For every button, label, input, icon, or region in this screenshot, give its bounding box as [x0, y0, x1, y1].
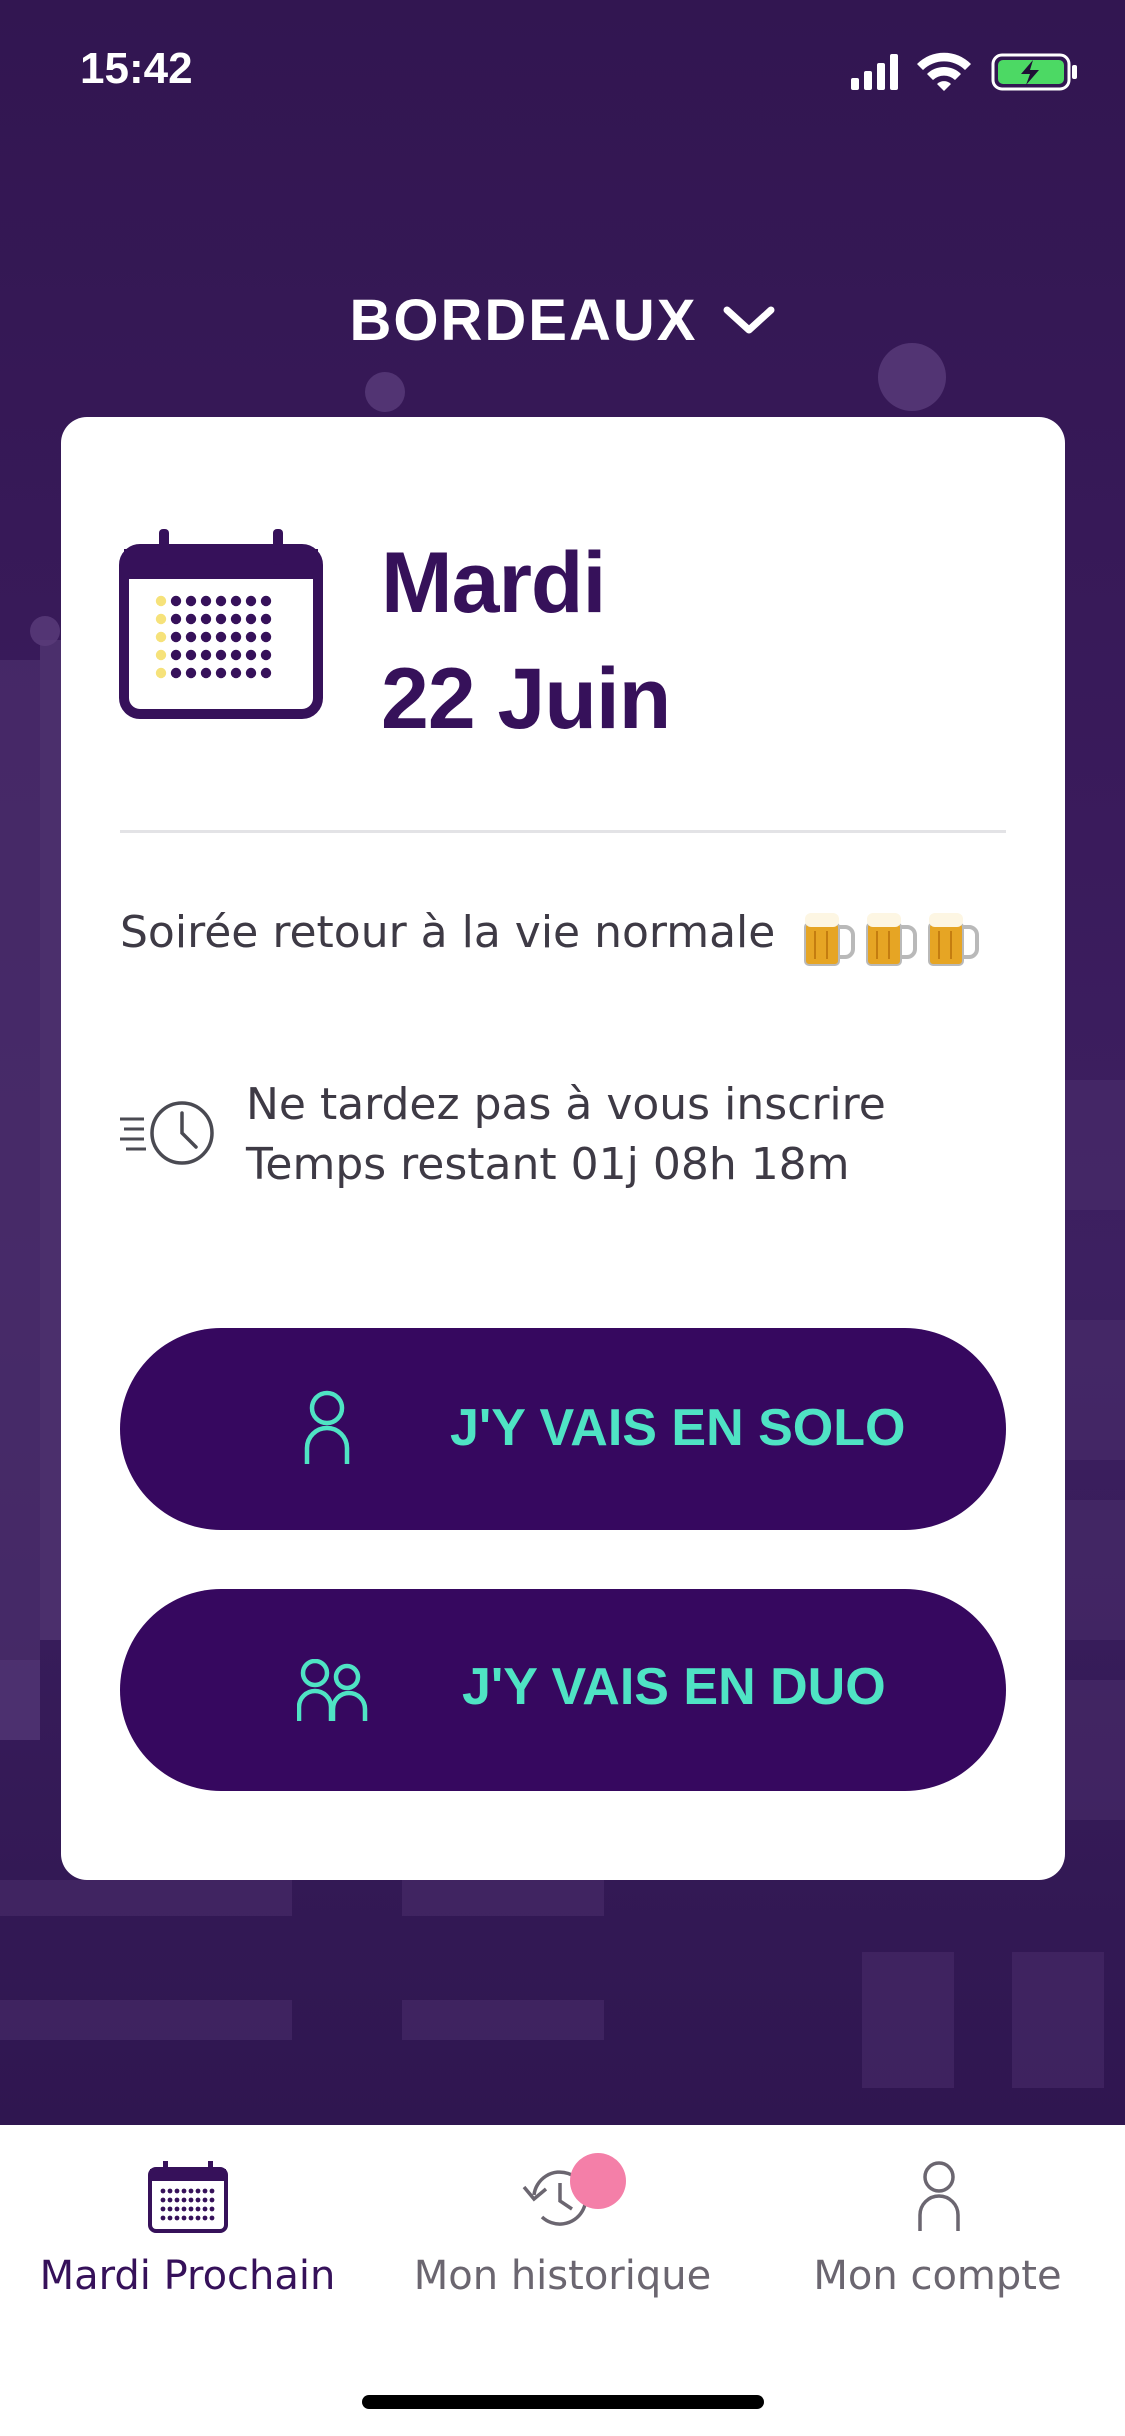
beer-mug-icon — [866, 913, 917, 966]
event-date: Mardi 22 Juin — [381, 525, 671, 757]
nav-item-mardi-prochain[interactable]: Mardi Prochain — [0, 2125, 375, 2365]
beer-mug-icon — [928, 913, 979, 966]
signal-icon — [851, 54, 898, 90]
chevron-down-icon — [723, 306, 775, 334]
divider — [120, 830, 1006, 833]
registration-deadline: Ne tardez pas à vous inscrire Temps rest… — [246, 1075, 886, 1195]
city-selector[interactable]: BORDEAUX — [0, 280, 1125, 360]
nav-item-mon-compte[interactable]: Mon compte — [750, 2125, 1125, 2365]
solo-button-label: J'Y VAIS EN SOLO — [450, 1399, 906, 1457]
nav-label-mardi-prochain: Mardi Prochain — [39, 2253, 336, 2299]
time-remaining: Temps restant 01j 08h 18m — [246, 1139, 850, 1190]
person-icon — [304, 1390, 350, 1464]
beer-mugs-icon — [804, 913, 979, 966]
beer-mug-icon — [804, 913, 855, 966]
person-icon — [918, 2161, 960, 2231]
people-icon — [297, 1659, 368, 1721]
duo-button-label: J'Y VAIS EN DUO — [462, 1658, 886, 1716]
bottom-nav: Mardi Prochain Mon historique Mon compte — [0, 2125, 1125, 2436]
status-icons — [851, 52, 1077, 91]
status-time: 15:42 — [80, 44, 193, 93]
home-indicator — [362, 2395, 764, 2409]
solo-button[interactable]: J'Y VAIS EN SOLO — [120, 1328, 1006, 1530]
event-day: Mardi — [381, 535, 606, 631]
deadline-notice: Ne tardez pas à vous inscrire — [246, 1079, 886, 1130]
nav-label-mon-compte: Mon compte — [813, 2253, 1062, 2299]
battery-icon — [991, 53, 1077, 91]
nav-label-mon-historique: Mon historique — [413, 2253, 712, 2299]
notification-badge — [570, 2153, 626, 2209]
status-bar: 15:42 — [0, 0, 1125, 140]
city-name: BORDEAUX — [349, 287, 698, 353]
event-card: Mardi 22 Juin Soirée retour à la vie nor… — [61, 417, 1065, 1880]
calendar-icon — [119, 529, 323, 719]
duo-button[interactable]: J'Y VAIS EN DUO — [120, 1589, 1006, 1791]
clock-fast-icon — [120, 1101, 214, 1165]
event-title: Soirée retour à la vie normale — [120, 907, 776, 958]
nav-item-mon-historique[interactable]: Mon historique — [375, 2125, 750, 2365]
calendar-icon — [148, 2161, 228, 2233]
wifi-icon — [917, 52, 971, 91]
event-day-number: 22 Juin — [381, 651, 671, 747]
